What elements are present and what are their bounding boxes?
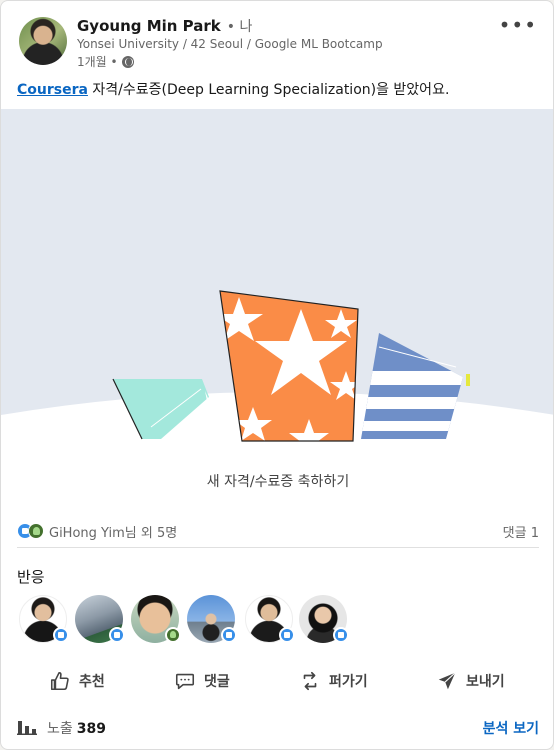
send-button[interactable]: 보내기 [436, 661, 505, 701]
like-badge-icon [333, 627, 349, 643]
post-text: Coursera 자격/수료증(Deep Learning Specializa… [17, 79, 449, 99]
globe-icon [121, 55, 134, 68]
reactors-summary[interactable]: GiHong Yim님 외 5명 [49, 522, 177, 541]
post-time: 1개월 • [77, 55, 118, 69]
reactor-list [19, 595, 349, 645]
like-label: 추천 [79, 674, 105, 690]
like-badge-icon [279, 627, 295, 643]
reactor-avatar[interactable] [299, 595, 349, 643]
coursera-link[interactable]: Coursera [17, 82, 88, 98]
more-options-button[interactable]: ••• [499, 13, 537, 37]
repost-label: 퍼가기 [329, 674, 368, 690]
reactor-avatar[interactable] [75, 595, 125, 643]
white-accent [205, 391, 226, 441]
banner-caption[interactable]: 새 자격/수료증 축하하기 [1, 471, 553, 491]
author-name[interactable]: Gyoung Min Park [77, 17, 221, 35]
post-time-row: 1개월 • [77, 53, 134, 70]
more-horizontal-icon: ••• [498, 13, 537, 37]
comment-label: 댓글 [204, 674, 230, 690]
impressions: 노출 389 [47, 718, 106, 738]
author-headline: Yonsei University / 42 Seoul / Google ML… [77, 37, 383, 51]
impressions-label: 노출 [47, 721, 73, 737]
post-text-body: 자격/수료증(Deep Learning Specialization)을 받았… [87, 82, 450, 98]
certificate-banner[interactable] [1, 109, 553, 461]
celebrate-badge-icon [165, 627, 181, 643]
post-card: Gyoung Min Park • 나 Yonsei University / … [0, 0, 554, 750]
action-bar: 추천 댓글 퍼가기 보내기 [1, 661, 553, 701]
connection-degree: • 나 [226, 19, 253, 35]
like-badge-icon [53, 627, 69, 643]
impressions-count: 389 [76, 721, 106, 737]
reactor-avatar[interactable] [245, 595, 295, 643]
author-avatar[interactable] [19, 17, 67, 65]
analytics-row: 노출 389 분석 보기 [17, 715, 539, 739]
thumbs-up-icon [50, 671, 69, 691]
author-name-row: Gyoung Min Park • 나 [77, 15, 252, 37]
reactor-avatar[interactable] [19, 595, 69, 643]
reaction-summary-icons[interactable] [17, 522, 45, 540]
like-badge-icon [109, 627, 125, 643]
divider [17, 547, 539, 548]
celebrate-icon [28, 523, 44, 539]
reactor-avatar[interactable] [187, 595, 237, 643]
teal-pennant [112, 378, 209, 440]
reactions-label: 반응 [17, 568, 45, 586]
post-header: Gyoung Min Park • 나 Yonsei University / … [17, 13, 537, 71]
like-button[interactable]: 추천 [49, 661, 105, 701]
send-icon [438, 672, 456, 690]
repost-icon [303, 671, 317, 691]
comments-count[interactable]: 댓글 1 [503, 522, 539, 541]
reactor-avatar[interactable] [131, 595, 181, 643]
comment-button[interactable]: 댓글 [174, 661, 230, 701]
like-badge-icon [221, 627, 237, 643]
view-analytics-link[interactable]: 분석 보기 [483, 718, 539, 738]
banner-illustration [1, 109, 553, 442]
send-label: 보내기 [466, 674, 505, 690]
yellow-accent [466, 374, 470, 386]
repost-button[interactable]: 퍼가기 [299, 661, 368, 701]
social-counts: GiHong Yim님 외 5명 댓글 1 [17, 521, 539, 541]
bar-chart-icon [17, 721, 37, 735]
orange-star-card [220, 291, 358, 441]
comment-icon [175, 673, 195, 690]
